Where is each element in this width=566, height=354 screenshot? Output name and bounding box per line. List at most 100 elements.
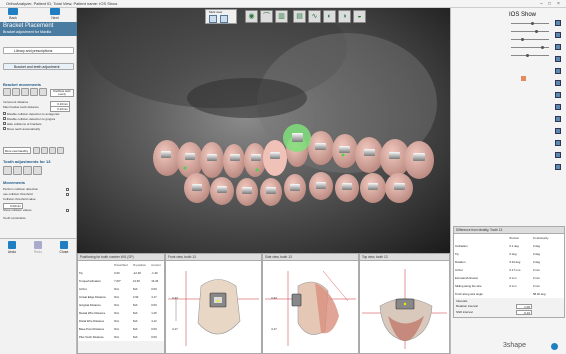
- multi-view-label: Multi view: [209, 10, 223, 14]
- show-collision-checkbox[interactable]: [66, 209, 69, 212]
- close-window-button[interactable]: ×: [557, 1, 560, 7]
- more-button[interactable]: More over/standby: [3, 147, 31, 154]
- front-view-panel[interactable]: Front view, tooth 13 3.43 4.17: [165, 253, 262, 354]
- next-button[interactable]: Next: [44, 8, 66, 20]
- left-view-icon[interactable]: ◒: [353, 10, 366, 23]
- grid-icon[interactable]: [555, 92, 561, 98]
- side-view-title: Side view, tooth 13: [263, 254, 358, 261]
- lock-icon[interactable]: [49, 147, 56, 154]
- right-view-icon[interactable]: ◑: [338, 10, 351, 23]
- occlusion-icon[interactable]: [555, 152, 561, 158]
- library-button[interactable]: Library and prescriptions: [3, 47, 74, 54]
- frontal-view-icon[interactable]: ◐: [323, 10, 336, 23]
- single-view-button[interactable]: [209, 15, 217, 23]
- perform-collision-checkbox[interactable]: [66, 188, 69, 191]
- transparency-icon[interactable]: [555, 140, 561, 146]
- slider-knob[interactable]: [541, 46, 544, 49]
- wire-visibility-icon[interactable]: [555, 56, 561, 62]
- extra-tools: [33, 147, 64, 154]
- rotate-icon[interactable]: [21, 88, 29, 96]
- split-view-button[interactable]: [220, 15, 228, 23]
- front-view-render: [168, 271, 259, 346]
- slider-track[interactable]: [511, 31, 549, 32]
- bracket-adjust-button[interactable]: Bracket and teeth adjustment: [3, 63, 74, 70]
- color-swatch[interactable]: [521, 76, 526, 81]
- jaw-open-icon[interactable]: ⌒: [260, 10, 273, 23]
- undo-label: Undo: [7, 250, 17, 254]
- 3shape-logo: 3shape: [503, 342, 526, 349]
- brackets-icon[interactable]: ▤: [293, 10, 306, 23]
- col-header: Bracket: [509, 236, 519, 240]
- next-arrow-icon: [50, 8, 60, 15]
- snapshot-icon[interactable]: [555, 116, 561, 122]
- mirror-icon[interactable]: [41, 147, 48, 154]
- torque-icon[interactable]: [39, 88, 47, 96]
- tooth-move-icon[interactable]: [3, 166, 12, 175]
- bracket-movements-heading: Bracket movements: [3, 82, 42, 87]
- table-row: Tip 0 deg 0 deg: [455, 252, 540, 256]
- link-icon[interactable]: [33, 147, 40, 154]
- table-row: Tip 0.00 -12.30 -1.30: [79, 271, 158, 275]
- close-button[interactable]: Close: [54, 241, 74, 254]
- positioning-title: Positioning for tooth number WI1 (SP): [78, 254, 164, 261]
- bracket-visibility-icon[interactable]: [555, 44, 561, 50]
- close-label: Close: [59, 250, 69, 254]
- difference-table: Bracket Final/ideality Inclination 0.1 deg…: [454, 234, 564, 298]
- slider-knob[interactable]: [531, 22, 534, 25]
- slider-track[interactable]: [511, 55, 549, 56]
- wire-icon[interactable]: ∿: [308, 10, 321, 23]
- slider-track[interactable]: [511, 39, 549, 40]
- back-button[interactable]: Back: [2, 8, 24, 20]
- back-arrow-icon: [8, 8, 18, 15]
- occlusal-view-icon[interactable]: ◉: [245, 10, 258, 23]
- info-icon[interactable]: [551, 343, 558, 350]
- help-icon[interactable]: [555, 164, 561, 170]
- title-bar: OrthoAnalyzer, Patient ID, Total View, P…: [0, 0, 566, 8]
- checkbox[interactable]: [3, 122, 6, 125]
- move-up-icon[interactable]: [3, 88, 11, 96]
- minimize-button[interactable]: –: [540, 1, 543, 7]
- slider-knob[interactable]: [521, 38, 524, 41]
- roots-visibility-icon[interactable]: [555, 80, 561, 86]
- maximize-button[interactable]: □: [548, 1, 551, 7]
- cbct-visibility-icon[interactable]: [555, 68, 561, 74]
- undo-button[interactable]: Undo: [2, 241, 22, 254]
- overlay-icon[interactable]: [555, 128, 561, 134]
- side-upper-measure: 3.43: [271, 296, 277, 300]
- teeth-visibility-icon[interactable]: [555, 20, 561, 26]
- tooth-rotate-icon[interactable]: [13, 166, 22, 175]
- measure-icon[interactable]: [555, 104, 561, 110]
- shift-interval-label: Shift interval: [456, 310, 473, 314]
- teeth-icon[interactable]: ▥: [275, 10, 288, 23]
- top-view-panel[interactable]: Top view, tooth 13: [359, 253, 450, 354]
- checkbox[interactable]: [3, 112, 6, 115]
- multi-view-group: Multi view: [205, 9, 237, 24]
- next-label: Next: [51, 16, 59, 20]
- positioning-table: Prescribed IS position Current Tip 0.00 -12.…: [78, 261, 164, 341]
- tooth-torque-icon[interactable]: [33, 166, 42, 175]
- show-collision-label: Show collision values: [3, 208, 32, 212]
- slider-knob[interactable]: [526, 54, 529, 57]
- table-row: Rotation 6.34 deg 0 deg: [455, 260, 540, 264]
- redo-button[interactable]: Redo: [28, 241, 48, 254]
- movement-tools: [3, 88, 47, 96]
- move-down-icon[interactable]: [12, 88, 20, 96]
- reset-icon[interactable]: [57, 147, 64, 154]
- checkbox[interactable]: [3, 127, 6, 130]
- distribute-button[interactable]: Distribute teeth evenly: [50, 89, 74, 97]
- check-row[interactable]: Move teeth automatically: [3, 127, 59, 132]
- shift-interval-row: Shift interval 0.10: [454, 310, 564, 315]
- undo-icon: [8, 241, 16, 249]
- use-threshold-checkbox[interactable]: [66, 193, 69, 196]
- slider-track[interactable]: [511, 23, 549, 24]
- 3d-viewport[interactable]: [77, 0, 450, 253]
- gingiva-visibility-icon[interactable]: [555, 32, 561, 38]
- rotation-interval-input[interactable]: 1.00: [516, 304, 532, 309]
- checkbox[interactable]: [3, 117, 6, 120]
- tooth-tilt-icon[interactable]: [23, 166, 32, 175]
- slider-knob[interactable]: [535, 30, 538, 33]
- shift-interval-input[interactable]: 0.10: [516, 310, 532, 315]
- tilt-icon[interactable]: [30, 88, 38, 96]
- front-upper-measure: 3.43: [172, 296, 178, 300]
- side-view-panel[interactable]: Side view, tooth 13 3.43 4.17: [262, 253, 359, 354]
